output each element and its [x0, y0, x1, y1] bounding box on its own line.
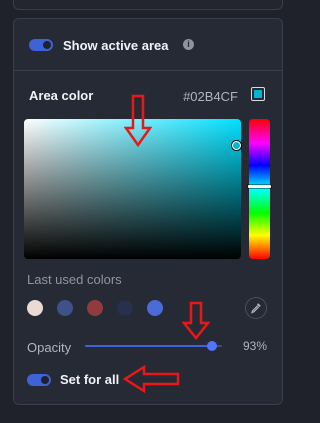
eyedropper-button[interactable]: [245, 297, 267, 319]
set-for-all-toggle[interactable]: [27, 374, 51, 386]
show-active-area-label: Show active area: [63, 38, 169, 53]
hex-value[interactable]: #02B4CF: [183, 89, 238, 104]
opacity-value: 93%: [242, 339, 267, 353]
current-color-fill: [254, 90, 262, 98]
set-for-all-label: Set for all: [60, 372, 120, 387]
opacity-slider[interactable]: [85, 345, 222, 347]
opacity-slider-fill: [85, 345, 212, 347]
area-color-title: Area color: [29, 88, 94, 103]
annotation-arrow-down: [124, 94, 152, 148]
current-color-swatch[interactable]: [251, 87, 265, 101]
opacity-slider-thumb[interactable]: [207, 341, 217, 351]
recent-color-swatch[interactable]: [27, 300, 43, 316]
annotation-arrow-left: [122, 364, 180, 394]
info-icon[interactable]: i: [183, 39, 194, 50]
last-used-colors-label: Last used colors: [27, 272, 122, 287]
recent-color-swatch[interactable]: [57, 300, 73, 316]
hue-slider[interactable]: [249, 119, 270, 259]
toggle-knob: [41, 376, 49, 384]
show-active-area-toggle[interactable]: [29, 39, 53, 51]
area-settings-panel: Show active area i Area color #02B4CF La…: [13, 18, 283, 405]
annotation-arrow-down: [182, 301, 210, 341]
opacity-label: Opacity: [27, 340, 72, 355]
divider: [14, 70, 282, 71]
color-picker-cursor[interactable]: [232, 141, 241, 150]
recent-color-swatch[interactable]: [117, 300, 133, 316]
recent-color-swatch[interactable]: [147, 300, 163, 316]
eyedropper-icon: [251, 303, 261, 314]
recent-color-swatch[interactable]: [87, 300, 103, 316]
toggle-knob: [43, 41, 51, 49]
hue-slider-handle[interactable]: [248, 185, 271, 188]
previous-panel: [13, 0, 283, 10]
